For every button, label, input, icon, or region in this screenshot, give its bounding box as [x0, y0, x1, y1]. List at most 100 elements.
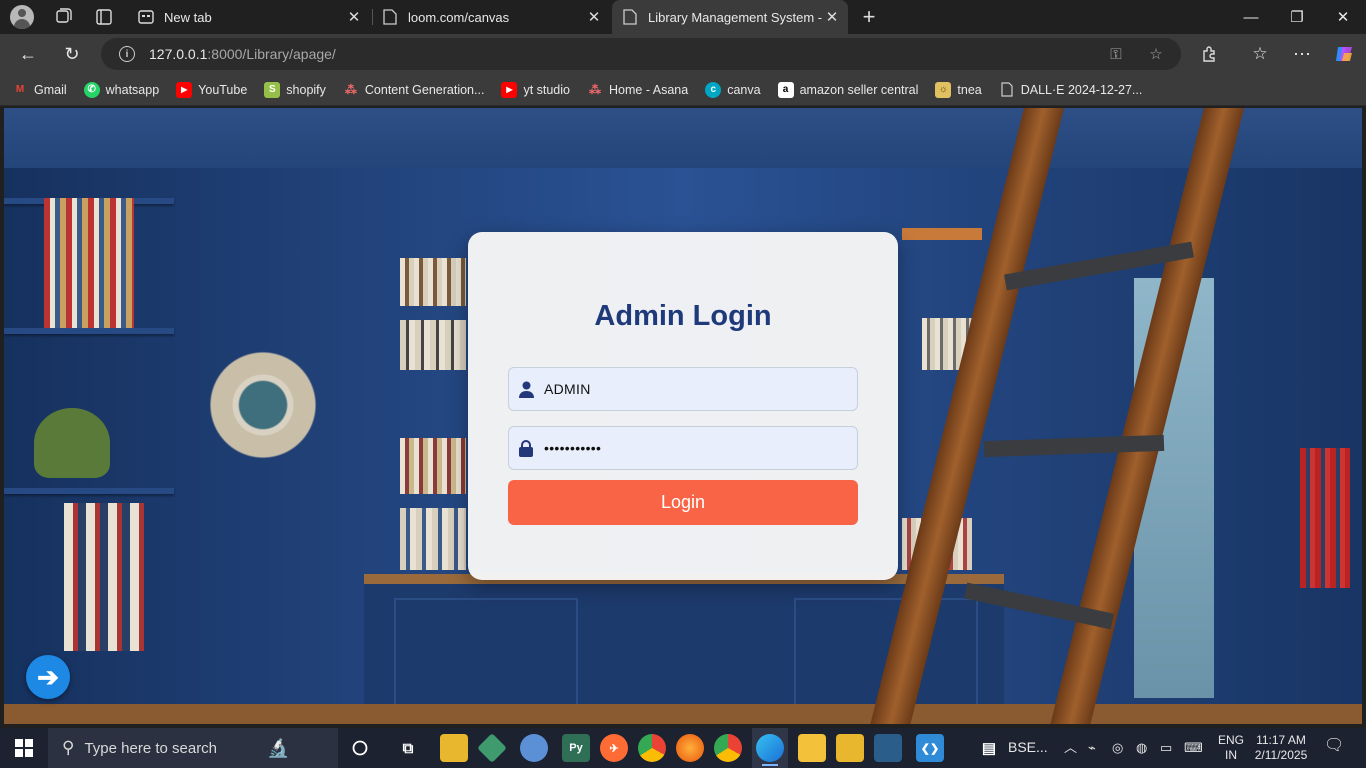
username-field[interactable]: ADMIN [508, 367, 858, 411]
globe-icon[interactable]: ◍ [1136, 740, 1147, 755]
medal-app-icon[interactable] [798, 734, 826, 762]
mysql-workbench-icon[interactable] [874, 734, 902, 762]
bookmark-amazon-seller[interactable]: a amazon seller central [777, 81, 918, 98]
python-idle-icon[interactable]: Py [562, 734, 590, 762]
url-text[interactable]: 127.0.0.1:8000/Library/apage/ [149, 46, 336, 62]
background-books [400, 258, 466, 306]
close-tab-icon[interactable]: ✕ [822, 7, 842, 27]
tnea-icon: ☼ [935, 81, 952, 98]
tab-actions-icon[interactable] [93, 6, 115, 28]
bookmark-canva[interactable]: c canva [705, 81, 761, 98]
clock-time: 11:17 AM [1256, 733, 1306, 747]
asana-dots-icon: ⁂ [589, 82, 601, 97]
refresh-icon[interactable]: ↻ [58, 40, 86, 68]
vscode-icon[interactable]: ❮❯ [916, 734, 944, 762]
file-icon [999, 82, 1015, 98]
youtube-icon: ▶ [176, 81, 193, 98]
network-status-icon[interactable]: ⌁ [1088, 740, 1096, 755]
minimize-icon[interactable]: — [1228, 0, 1274, 34]
background-ceiling [4, 108, 1362, 168]
canva-icon: c [705, 81, 722, 98]
bookmark-gmail[interactable]: M Gmail [12, 82, 67, 98]
language-indicator[interactable]: ENG IN [1216, 733, 1246, 763]
bookmark-shopify[interactable]: Sshopify [264, 81, 326, 98]
password-value[interactable]: ••••••••••• [544, 440, 601, 456]
close-tab-icon[interactable]: ✕ [584, 7, 604, 27]
news-widget-icon[interactable]: ▤ [974, 734, 1004, 762]
new-tab-button[interactable]: + [858, 4, 880, 29]
taskbar-search-box[interactable]: ⚲ Type here to search 🔬 [48, 728, 338, 768]
copilot-icon[interactable] [1330, 40, 1358, 68]
chrome-icon[interactable] [714, 734, 742, 762]
back-arrow-icon[interactable]: ← [14, 40, 42, 68]
notifications-icon[interactable]: 🗨 [1324, 738, 1344, 754]
bookmark-youtube[interactable]: ▶ YouTube [176, 81, 247, 98]
background-books [902, 228, 982, 240]
battery-icon[interactable]: ▭ [1160, 740, 1172, 755]
background-books [400, 508, 466, 570]
key-icon[interactable]: ⚿ [1107, 45, 1125, 63]
postman-icon[interactable]: ✈ [600, 734, 628, 762]
tab-library-management[interactable]: Library Management System - Ad ✕ [612, 0, 848, 34]
page-icon [382, 9, 398, 25]
background-books [400, 320, 466, 370]
camera-icon[interactable]: ◎ [1112, 740, 1123, 755]
background-books [400, 438, 466, 494]
whatsapp-icon: ✆ [83, 81, 100, 98]
more-menu-icon[interactable]: ⋯ [1288, 40, 1316, 68]
bookmark-whatsapp[interactable]: ✆ whatsapp [83, 81, 159, 98]
bookmark-tnea[interactable]: ☼ tnea [935, 81, 982, 98]
address-bar[interactable]: i 127.0.0.1:8000/Library/apage/ ⚿ ☆ [101, 38, 1181, 70]
background-sunburst-mirror [204, 346, 322, 464]
clock[interactable]: 11:17 AM 2/11/2025 [1250, 733, 1312, 763]
user-icon [518, 380, 534, 398]
bookmark-dall-e[interactable]: DALL·E 2024-12-27... [999, 82, 1142, 98]
favorites-icon[interactable]: ☆ [1246, 40, 1274, 68]
login-button[interactable]: Login [508, 480, 858, 525]
bookmark-yt-studio[interactable]: ▶ yt studio [501, 81, 570, 98]
windows-taskbar: ⚲ Type here to search 🔬 ⧉ Py ✈ ❮❯ ▤ BSE.… [0, 728, 1366, 768]
password-field[interactable]: ••••••••••• [508, 426, 858, 470]
search-icon: ⚲ [62, 738, 75, 757]
site-info-icon[interactable]: i [119, 46, 135, 62]
file-explorer-icon[interactable] [440, 734, 468, 762]
profile-avatar[interactable] [10, 5, 34, 29]
tab-new-tab[interactable]: New tab ✕ [128, 0, 370, 34]
login-card: Admin Login ADMIN ••••••••••• Login [468, 232, 898, 580]
python-file-icon[interactable] [836, 734, 864, 762]
background-books [64, 503, 144, 651]
firefox-icon[interactable] [676, 734, 704, 762]
cortana-icon[interactable] [346, 734, 374, 762]
background-books [44, 198, 134, 328]
shopify-icon: S [264, 81, 281, 98]
background-books [1300, 448, 1350, 588]
background-shelf [4, 328, 174, 334]
youtube-icon: ▶ [501, 81, 518, 98]
chrome-icon[interactable] [638, 734, 666, 762]
bookmark-home-asana[interactable]: ⁂ Home - Asana [587, 82, 688, 98]
keyboard-icon[interactable]: ⌨ [1184, 740, 1203, 755]
windows-start-icon[interactable] [0, 728, 48, 768]
lock-icon [518, 439, 534, 457]
username-value[interactable]: ADMIN [544, 381, 591, 397]
arrow-right-icon[interactable]: ➔ [26, 655, 70, 699]
app-icon[interactable] [477, 733, 507, 763]
bookmark-content-generation[interactable]: ⁂ Content Generation... [343, 82, 485, 98]
restore-icon[interactable]: ❐ [1274, 0, 1320, 34]
favorite-star-icon[interactable]: ☆ [1147, 45, 1165, 63]
close-tab-icon[interactable]: ✕ [344, 7, 364, 27]
background-plant [34, 408, 110, 478]
show-hidden-icons-icon[interactable]: ︿ [1064, 740, 1077, 755]
search-highlight-icon: 🔬 [267, 737, 290, 758]
tab-strip: New tab ✕ loom.com/canvas ✕ Library Mana… [0, 0, 1366, 34]
task-view-icon[interactable]: ⧉ [394, 734, 422, 762]
workspaces-icon[interactable] [52, 6, 74, 28]
pinned-app-label[interactable]: BSE... [1008, 740, 1048, 755]
tab-title: New tab [164, 9, 212, 25]
amazon-icon: a [777, 81, 794, 98]
paint-icon[interactable] [520, 734, 548, 762]
tab-loom[interactable]: loom.com/canvas ✕ [372, 0, 610, 34]
extensions-icon[interactable] [1196, 40, 1224, 68]
close-window-icon[interactable]: ✕ [1320, 0, 1366, 34]
edge-icon[interactable] [756, 734, 784, 762]
